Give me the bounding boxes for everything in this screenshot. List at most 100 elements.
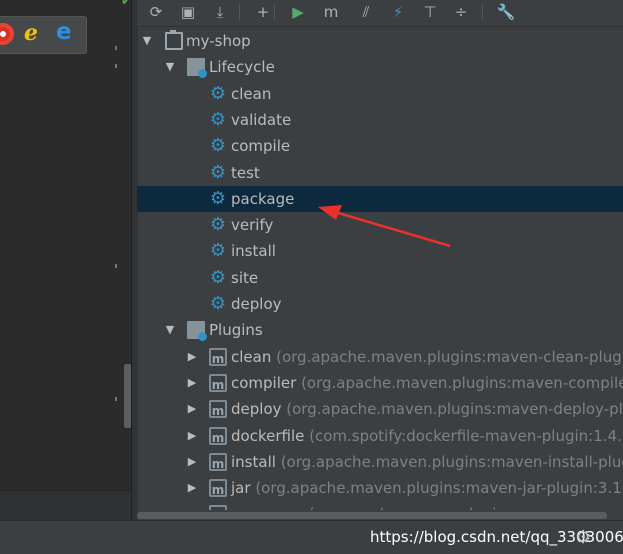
gutter-mark: [115, 264, 117, 268]
plugin-install[interactable]: ▶ m install (org.apache.maven.plugins:mave…: [137, 449, 623, 475]
add-icon[interactable]: +: [252, 2, 274, 22]
settings-icon[interactable]: 🔧: [495, 2, 517, 22]
gear-icon: ⚙: [209, 293, 227, 314]
editor-bottom-strip: [0, 490, 131, 521]
execute-goal-icon[interactable]: m: [320, 2, 342, 22]
lifecycle-folder-icon: [187, 58, 207, 78]
gear-icon: ⚙: [209, 83, 227, 104]
gear-icon: ⚙: [209, 162, 227, 183]
plugin-coordinates: (com.spotify:dockerfile-maven-plugin:1.4…: [309, 427, 623, 445]
show-dependencies-icon[interactable]: ⊤: [419, 2, 441, 22]
tree-project-my-shop[interactable]: ▼ my-shop: [137, 28, 623, 54]
maven-plugin-icon: m: [209, 427, 227, 445]
browser-launch-bar: e e: [0, 16, 87, 54]
plugin-dockerfile[interactable]: ▶ m dockerfile (com.spotify:dockerfile-mav…: [137, 423, 623, 449]
tree-node-label: dockerfile: [231, 427, 305, 445]
tree-node-label: my-shop: [186, 32, 251, 50]
download-icon[interactable]: ⤓: [209, 2, 231, 22]
maven-toolbar: ⟳ ▣ ⤓ + ▶ m ⫽ ⚡ ⊤ ÷ 🔧: [137, 0, 623, 27]
toggle-offline-icon[interactable]: ⫽: [355, 2, 377, 22]
horizontal-scrollbar[interactable]: [137, 510, 623, 520]
skip-tests-icon[interactable]: ⚡: [387, 2, 409, 22]
tree-lifecycle[interactable]: ▼ Lifecycle: [137, 54, 623, 80]
tree-node-label: verify: [231, 216, 274, 234]
tree-node-label: jar: [231, 479, 251, 497]
maven-projects-tree: ▼ my-shop ▼ Lifecycle ⚙ clean ⚙ validate ⚙ compil…: [137, 28, 623, 520]
maven-plugin-icon: m: [209, 400, 227, 418]
edge-icon[interactable]: e: [56, 19, 72, 45]
plugin-deploy[interactable]: ▶ m deploy (org.apache.maven.plugins:maven…: [137, 396, 623, 422]
tree-node-label: Plugins: [209, 321, 263, 339]
tree-node-label: compiler: [231, 374, 297, 392]
toolbar-separator: [482, 3, 483, 21]
tree-node-label: test: [231, 164, 260, 182]
tree-node-label: install: [231, 242, 276, 260]
maven-plugin-icon: m: [209, 348, 227, 366]
horizontal-scrollbar-thumb[interactable]: [137, 512, 607, 519]
tree-plugins[interactable]: ▼ Plugins: [137, 317, 623, 343]
plugin-clean[interactable]: ▶ m clean (org.apache.maven.plugins:maven-…: [137, 344, 623, 370]
lifecycle-goal-site[interactable]: ⚙ site: [137, 265, 623, 291]
lifecycle-goal-verify[interactable]: ⚙ verify: [137, 212, 623, 238]
gutter-mark: [115, 46, 117, 50]
lifecycle-goal-deploy[interactable]: ⚙ deploy: [137, 291, 623, 317]
toolbar-separator: [239, 3, 240, 21]
maven-plugin-icon: m: [209, 374, 227, 392]
plugins-folder-icon: [187, 321, 207, 341]
tree-node-label: install: [231, 453, 276, 471]
gear-icon: ⚙: [209, 267, 227, 288]
gutter-mark: [115, 397, 117, 401]
editor-area: e e ✔: [0, 0, 132, 490]
collapse-arrow-icon[interactable]: ▶: [186, 423, 198, 449]
collapse-arrow-icon[interactable]: ▶: [186, 449, 198, 475]
tree-node-label: Lifecycle: [209, 58, 275, 76]
tree-node-label: package: [231, 190, 295, 208]
collapse-arrow-icon[interactable]: ▶: [186, 396, 198, 422]
plugin-coordinates: (org.apache.maven.plugins:maven-clean-pl…: [276, 348, 623, 366]
collapse-all-icon[interactable]: ÷: [450, 2, 472, 22]
maven-plugin-icon: m: [209, 479, 227, 497]
plugin-jar[interactable]: ▶ m jar (org.apache.maven.plugins:maven-ja…: [137, 475, 623, 501]
maven-plugin-icon: m: [209, 453, 227, 471]
module-icon: [165, 30, 183, 50]
tree-node-label: site: [231, 269, 259, 287]
status-bar: https://blog.csdn.net/qq_33030061 ⚙: [0, 520, 623, 554]
run-icon[interactable]: ▶: [287, 2, 309, 22]
editor-scrollbar[interactable]: [124, 364, 131, 428]
gear-icon: ⚙: [209, 135, 227, 156]
lifecycle-goal-package[interactable]: ⚙ package: [137, 186, 623, 212]
generate-sources-icon[interactable]: ▣: [177, 2, 199, 22]
settings-gear-icon[interactable]: ⚙: [575, 527, 591, 548]
collapse-arrow-icon[interactable]: ▶: [186, 475, 198, 501]
expand-arrow-icon[interactable]: ▼: [141, 28, 153, 54]
collapse-arrow-icon[interactable]: ▶: [186, 370, 198, 396]
chrome-icon[interactable]: [0, 23, 14, 45]
plugin-coordinates: (org.apache.maven.plugins:maven-jar-plug…: [255, 479, 623, 497]
lifecycle-goal-install[interactable]: ⚙ install: [137, 238, 623, 264]
tree-node-label: deploy: [231, 400, 282, 418]
tree-node-label: deploy: [231, 295, 282, 313]
plugin-coordinates: (org.apache.maven.plugins:maven-compiler…: [301, 374, 623, 392]
gear-icon: ⚙: [209, 188, 227, 209]
tree-node-label: validate: [231, 111, 292, 129]
collapse-arrow-icon[interactable]: ▶: [186, 344, 198, 370]
ie-icon[interactable]: e: [24, 20, 38, 46]
lifecycle-goal-clean[interactable]: ⚙ clean: [137, 81, 623, 107]
plugin-coordinates: (org.apache.maven.plugins:maven-install-…: [280, 453, 623, 471]
reimport-icon[interactable]: ⟳: [145, 2, 167, 22]
lifecycle-goal-test[interactable]: ⚙ test: [137, 160, 623, 186]
gear-icon: ⚙: [209, 109, 227, 130]
lifecycle-goal-validate[interactable]: ⚙ validate: [137, 107, 623, 133]
plugin-coordinates: (org.apache.maven.plugins:maven-deploy-p…: [286, 400, 623, 418]
gear-icon: ⚙: [209, 240, 227, 261]
lifecycle-goal-compile[interactable]: ⚙ compile: [137, 133, 623, 159]
tree-node-label: compile: [231, 137, 291, 155]
tree-node-label: clean: [231, 85, 272, 103]
expand-arrow-icon[interactable]: ▼: [164, 317, 176, 343]
expand-arrow-icon[interactable]: ▼: [164, 54, 176, 80]
gear-icon: ⚙: [209, 214, 227, 235]
toolbar-separator: [274, 3, 275, 21]
gutter-mark: [115, 64, 117, 68]
tree-node-label: clean: [231, 348, 272, 366]
plugin-compiler[interactable]: ▶ m compiler (org.apache.maven.plugins:mav…: [137, 370, 623, 396]
